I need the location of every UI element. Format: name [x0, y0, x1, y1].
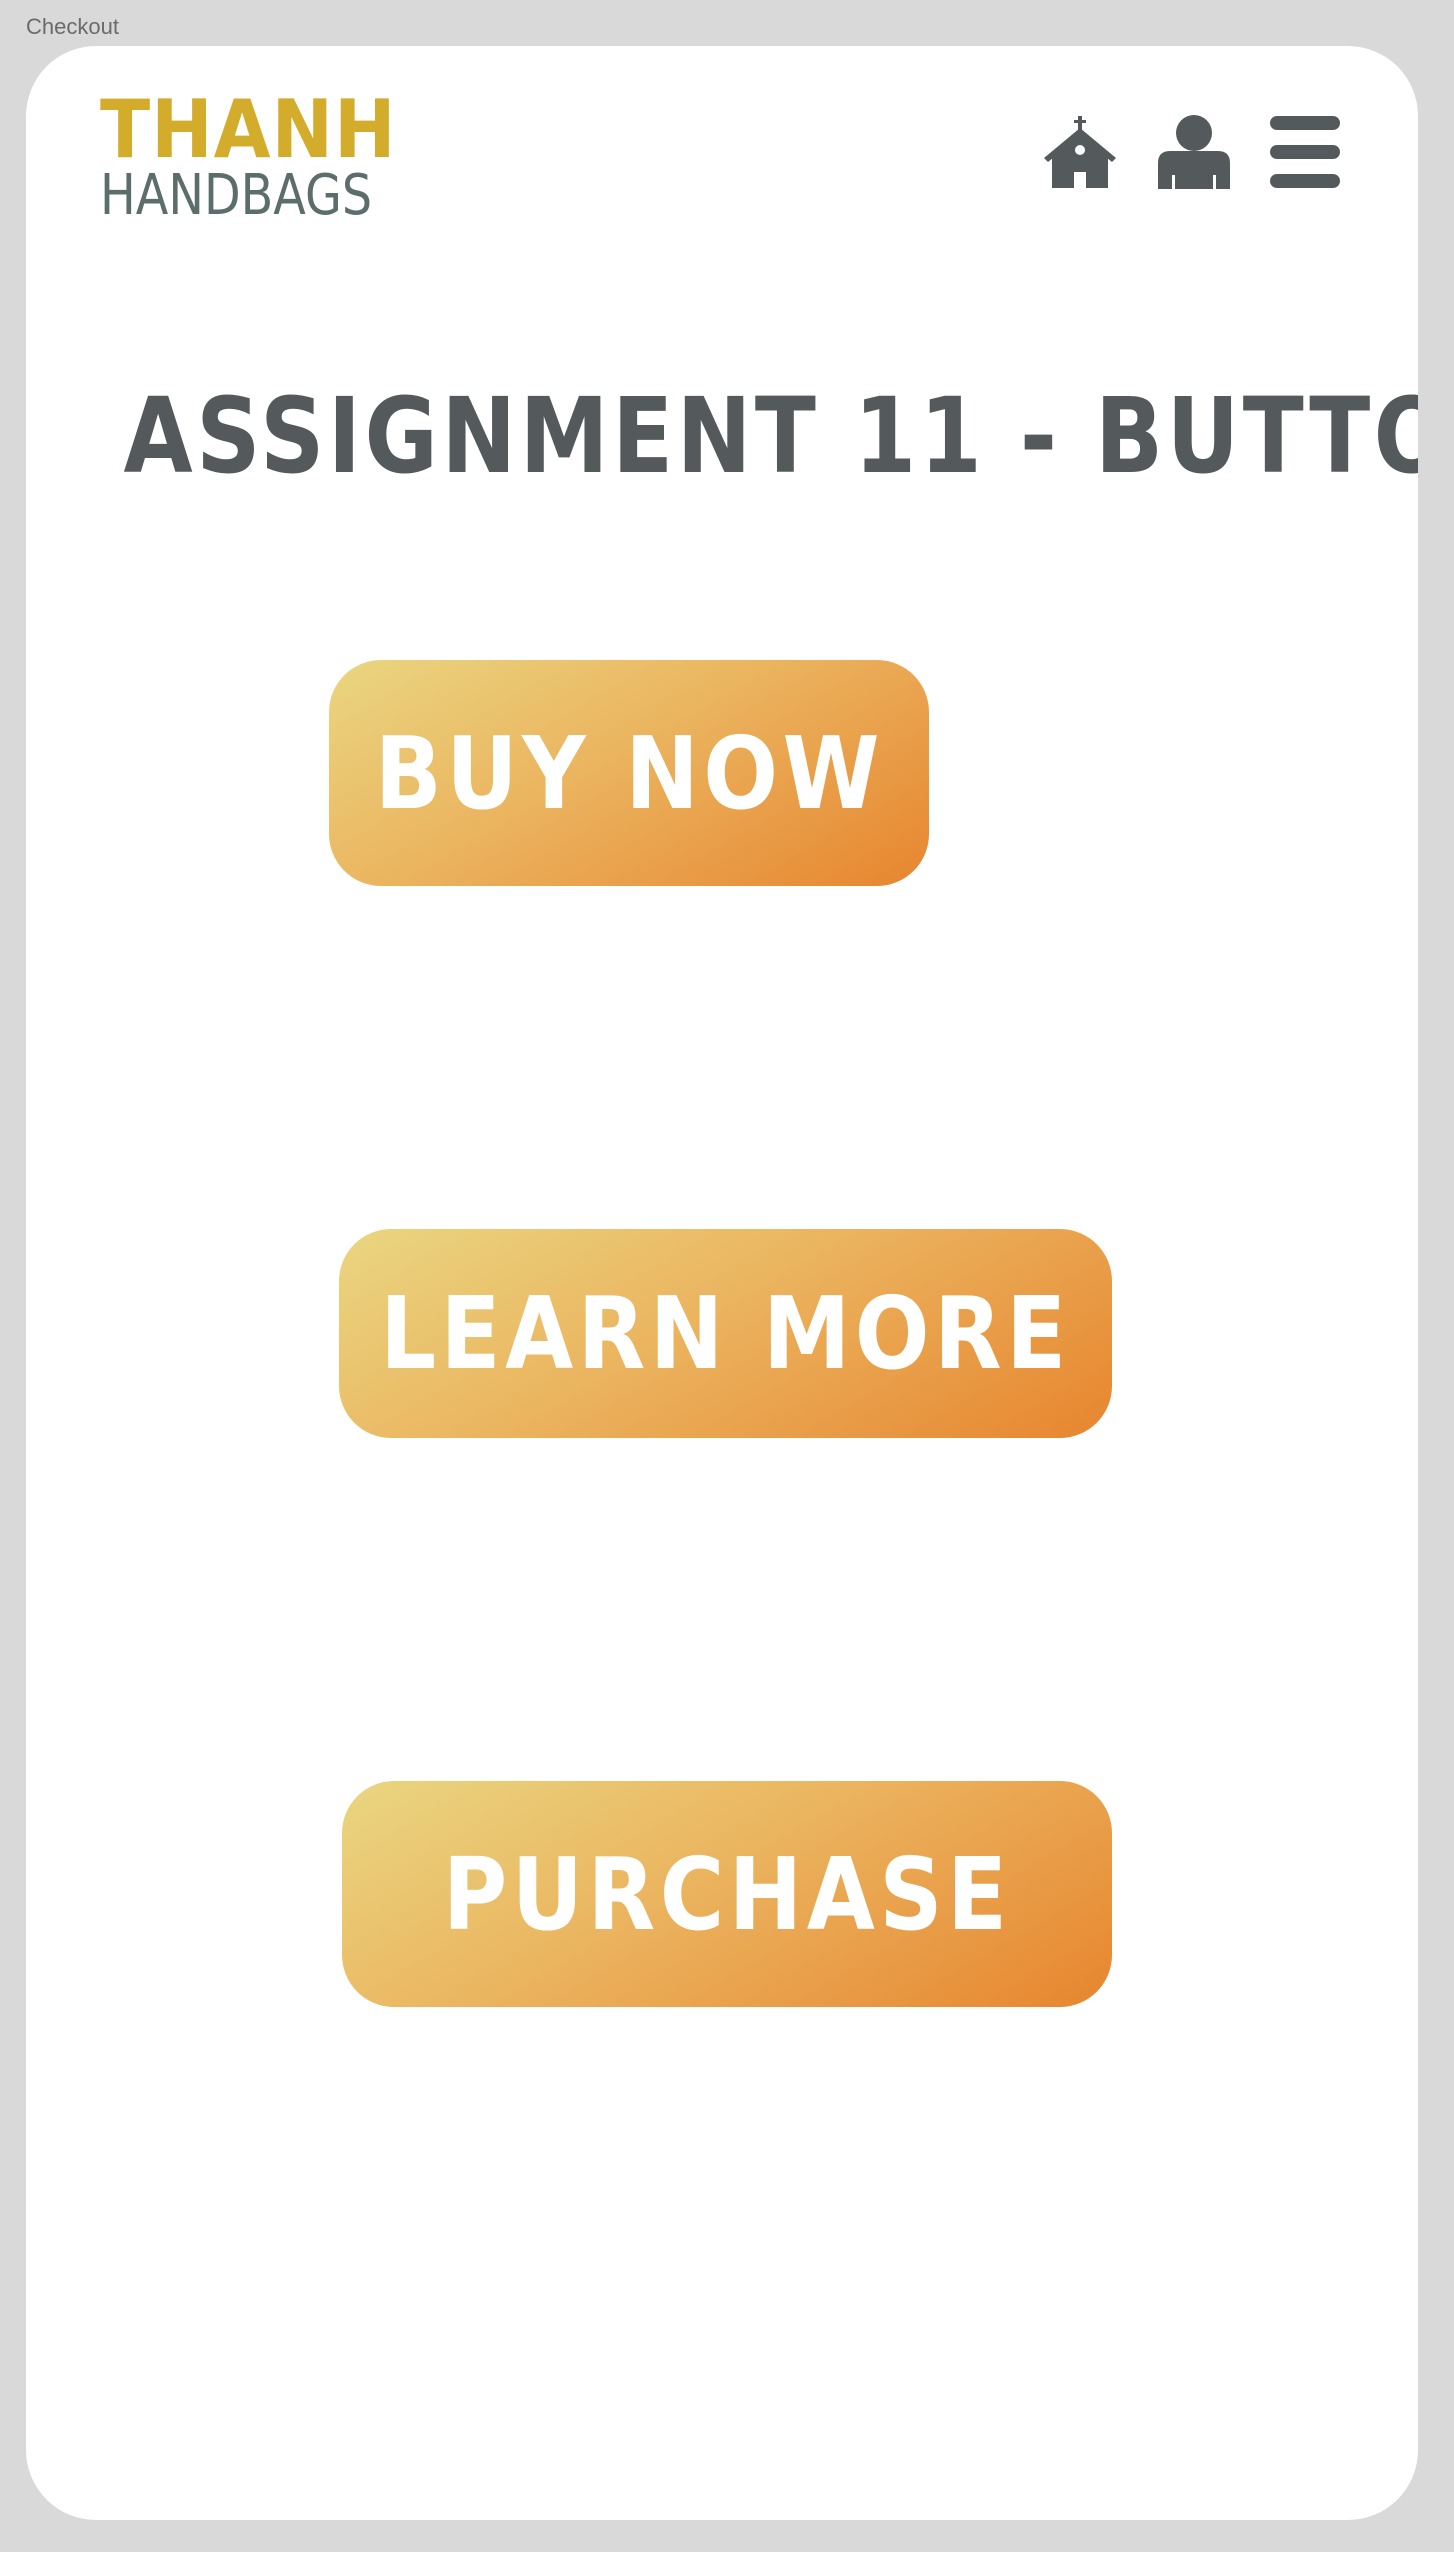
logo-line-2: HANDBAGS — [100, 163, 373, 228]
purchase-button[interactable]: PURCHASE — [342, 1781, 1112, 2007]
logo[interactable]: THANH HANDBAGS — [100, 90, 420, 226]
buy-now-label: BUY NOW — [374, 714, 884, 832]
page-title: ASSIGNMENT 11 - BUTTONS — [123, 375, 1418, 497]
home-icon[interactable] — [1042, 116, 1118, 188]
header-nav — [1042, 112, 1340, 192]
buy-now-button[interactable]: BUY NOW — [329, 660, 929, 886]
learn-more-button[interactable]: LEARN MORE — [339, 1229, 1112, 1438]
learn-more-label: LEARN MORE — [380, 1275, 1071, 1392]
user-icon[interactable] — [1158, 115, 1230, 189]
purchase-label: PURCHASE — [442, 1835, 1012, 1953]
frame-label: Checkout — [26, 14, 119, 39]
menu-icon[interactable] — [1270, 116, 1340, 188]
logo-line-1: THANH — [100, 83, 397, 176]
page-card: THANH HANDBAGS ASSIGNMENT 11 - BUTTONS B… — [26, 46, 1418, 2520]
